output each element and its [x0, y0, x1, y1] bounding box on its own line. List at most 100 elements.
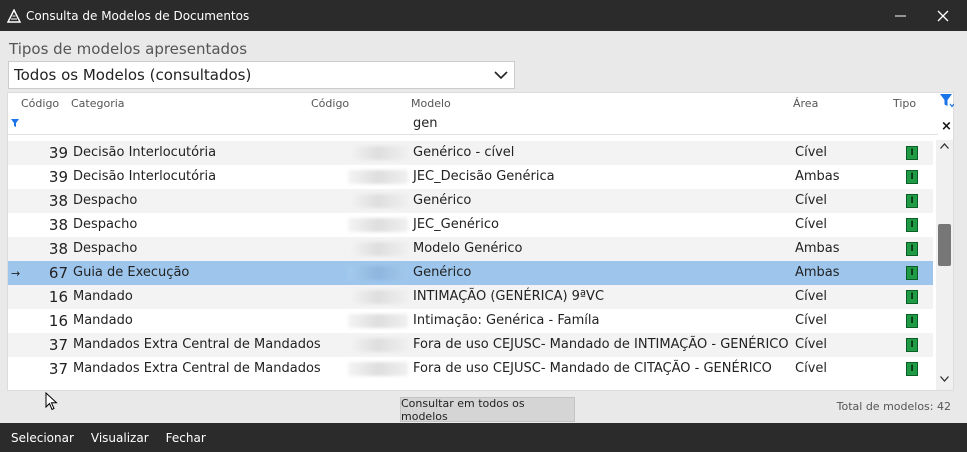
row-model-code-redacted [348, 194, 408, 208]
row-category-code: 16 [48, 288, 68, 306]
window-title: Consulta de Modelos de Documentos [26, 8, 250, 23]
row-area: Ambas [795, 265, 840, 280]
model-type-select-value: Todos os Modelos (consultados) [14, 66, 252, 84]
col-header-codigo-categoria[interactable]: Código [21, 97, 59, 110]
document-type-icon[interactable]: I [906, 314, 918, 328]
filter-toggle-icon[interactable] [940, 94, 954, 108]
row-model-code-redacted [348, 362, 408, 376]
document-type-icon[interactable]: I [906, 194, 918, 208]
row-category-code: 39 [48, 168, 68, 186]
grid-scrollbar[interactable] [936, 140, 953, 390]
row-model: Modelo Genérico [413, 241, 523, 256]
document-type-icon[interactable]: I [906, 170, 918, 184]
dialog-body: Tipos de modelos apresentados Todos os M… [0, 31, 967, 423]
models-grid: Código Categoria Código Modelo Área Tipo… [7, 92, 954, 391]
row-area: Ambas [795, 169, 840, 184]
scroll-thumb[interactable] [938, 224, 951, 266]
row-model: Fora de uso CEJUSC- Mandado de INTIMAÇÃO… [413, 337, 789, 352]
row-area: Cível [795, 217, 827, 232]
table-row[interactable]: 38 Despacho Genérico Cível I [8, 189, 933, 213]
col-header-categoria[interactable]: Categoria [71, 97, 125, 110]
row-model: INTIMAÇÃO (GENÉRICA) 9ªVC [413, 289, 605, 304]
col-header-area[interactable]: Área [793, 97, 818, 110]
table-row[interactable]: 37 Mandados Extra Central de Mandados Fora… [8, 357, 933, 381]
close-icon [937, 10, 949, 21]
col-header-tipo[interactable]: Tipo [893, 97, 916, 110]
row-area: Cível [795, 145, 827, 160]
row-model: Genérico [413, 193, 472, 208]
consult-all-models-button[interactable]: Consultar em todos os modelos [400, 397, 575, 423]
row-model: JEC_Genérico [413, 217, 499, 232]
row-category: Mandado [73, 313, 133, 328]
row-category-code: 37 [48, 360, 68, 378]
row-category-code: 67 [48, 264, 68, 282]
bottom-menu-bar: Selecionar Visualizar Fechar [0, 423, 967, 452]
row-area: Cível [795, 313, 827, 328]
row-area: Cível [795, 289, 827, 304]
table-row[interactable]: 38 Despacho JEC_Genérico Cível I [8, 213, 933, 237]
document-type-icon[interactable]: I [906, 218, 918, 232]
grid-rows: 39 Decisão Interlocutória Genérico - cível… [8, 141, 933, 390]
row-model-code-redacted [348, 266, 408, 280]
scroll-up-icon[interactable] [940, 143, 949, 149]
row-model-code-redacted [348, 170, 408, 184]
table-row[interactable]: 38 Despacho Modelo Genérico Ambas I [8, 237, 933, 261]
document-type-icon[interactable]: I [906, 242, 918, 256]
row-category: Guia de Execução [73, 265, 190, 280]
table-row[interactable]: → 67 Guia de Execução Genérico Ambas I [8, 261, 933, 285]
title-bar: Consulta de Modelos de Documentos [0, 0, 967, 31]
document-type-icon[interactable]: I [906, 146, 918, 160]
row-category: Mandado [73, 289, 133, 304]
row-category-code: 39 [48, 144, 68, 162]
document-type-icon[interactable]: I [906, 290, 918, 304]
grid-filter-row: gen [8, 113, 938, 135]
select-menu-item[interactable]: Selecionar [11, 431, 74, 445]
row-model-code-redacted [348, 290, 408, 304]
row-model-code-redacted [348, 146, 408, 160]
table-row[interactable]: 39 Decisão Interlocutória Genérico - cível… [8, 141, 933, 165]
row-category: Mandados Extra Central de Mandados [73, 361, 321, 376]
row-category-code: 16 [48, 312, 68, 330]
minimize-button[interactable] [878, 0, 922, 31]
row-category-code: 38 [48, 240, 68, 258]
row-model-code-redacted [348, 218, 408, 232]
row-model: Fora de uso CEJUSC- Mandado de CITAÇÃO -… [413, 361, 772, 376]
filter-label: Tipos de modelos apresentados [9, 40, 248, 58]
view-menu-item[interactable]: Visualizar [91, 431, 149, 445]
row-category-code: 38 [48, 216, 68, 234]
close-menu-item[interactable]: Fechar [166, 431, 206, 445]
row-category-code: 37 [48, 336, 68, 354]
row-model: JEC_Decisão Genérica [413, 169, 555, 184]
row-model-code-redacted [348, 338, 408, 352]
clear-filter-button[interactable]: × [941, 119, 952, 134]
mouse-pointer-icon [45, 392, 58, 411]
table-row[interactable]: 16 Mandado Intimação: Genérica - Famíla Cív… [8, 309, 933, 333]
total-models-label: Total de modelos: 42 [836, 400, 951, 413]
row-category: Despacho [73, 217, 138, 232]
row-model-code-redacted [348, 314, 408, 328]
row-category: Decisão Interlocutória [73, 169, 217, 184]
table-row[interactable]: 37 Mandados Extra Central de Mandados Fora… [8, 333, 933, 357]
table-row[interactable]: 16 Mandado INTIMAÇÃO (GENÉRICA) 9ªVC Cível I [8, 285, 933, 309]
col-header-codigo-modelo[interactable]: Código [311, 97, 349, 110]
document-type-icon[interactable]: I [906, 338, 918, 352]
row-model: Genérico - cível [413, 145, 515, 160]
model-type-select[interactable]: Todos os Modelos (consultados) [8, 61, 515, 89]
document-type-icon[interactable]: I [906, 362, 918, 376]
close-window-button[interactable] [921, 0, 965, 31]
table-row[interactable]: 39 Decisão Interlocutória JEC_Decisão Gené… [8, 165, 933, 189]
model-filter-input[interactable]: gen [413, 116, 438, 131]
app-logo-icon [4, 6, 24, 26]
row-category: Decisão Interlocutória [73, 145, 217, 160]
col-header-modelo[interactable]: Modelo [411, 97, 451, 110]
filter-icon[interactable] [11, 119, 19, 127]
row-category-code: 38 [48, 192, 68, 210]
scroll-down-icon[interactable] [940, 376, 949, 382]
row-category: Despacho [73, 193, 138, 208]
chevron-down-icon [494, 71, 508, 80]
document-type-icon[interactable]: I [906, 266, 918, 280]
row-model: Genérico [413, 265, 472, 280]
row-area: Cível [795, 193, 827, 208]
grid-header: Código Categoria Código Modelo Área Tipo [8, 93, 938, 113]
current-row-indicator-icon: → [11, 267, 21, 280]
